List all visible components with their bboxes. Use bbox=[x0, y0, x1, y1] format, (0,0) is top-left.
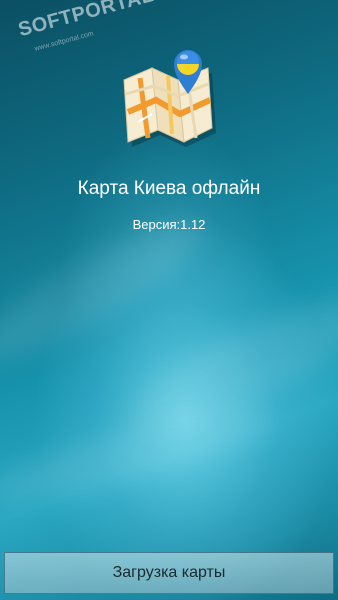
download-map-button[interactable]: Загрузка карты bbox=[4, 552, 334, 594]
app-version: Версия:1.12 bbox=[132, 217, 206, 232]
app-title: Карта Киева офлайн bbox=[77, 178, 261, 199]
kyiv-map-pin-icon bbox=[118, 42, 222, 150]
softportal-watermark: SOFTPORTAL™ www.softportal.com bbox=[8, 0, 156, 70]
bottom-bar: Загрузка карты bbox=[0, 548, 338, 600]
